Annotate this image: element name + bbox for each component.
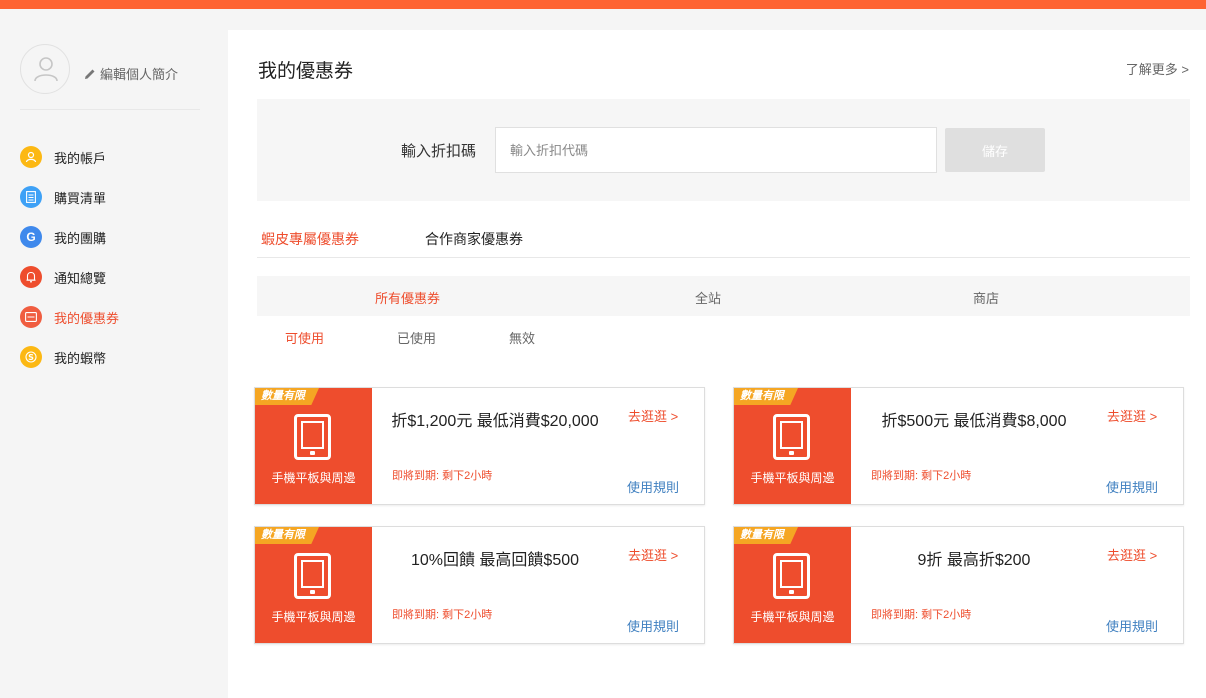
coupon-category-label: 手機平板與周邊	[271, 471, 356, 485]
sidebar-item-account[interactable]: 我的帳戶	[20, 137, 119, 177]
coupon-category-label: 手機平板與周邊	[750, 610, 835, 624]
coupon-icon	[20, 306, 42, 328]
limited-quantity-badge: 數量有限	[255, 388, 319, 405]
svg-text:S: S	[28, 353, 34, 362]
tablet-icon	[773, 553, 810, 599]
sidebar-item-group-buy[interactable]: G 我的團購	[20, 217, 119, 257]
voucher-code-box: 輸入折扣碼 儲存	[257, 99, 1190, 201]
tab-site-wide[interactable]: 全站	[695, 288, 721, 307]
voucher-source-tabs: 蝦皮專屬優惠券 合作商家優惠券	[257, 226, 1190, 258]
limited-quantity-badge: 數量有限	[734, 527, 798, 544]
edit-profile-link[interactable]: 編輯個人簡介	[84, 64, 178, 83]
usage-rules-link[interactable]: 使用規則	[627, 477, 679, 496]
coupon-card: 數量有限 手機平板與周邊 9折 最高折$200 即將到期: 剩下2小時 去逛逛 …	[733, 526, 1184, 644]
coupon-perforation	[255, 527, 258, 643]
coupon-expiry: 即將到期: 剩下2小時	[392, 470, 493, 482]
tablet-icon	[773, 414, 810, 460]
coupon-category-panel: 數量有限 手機平板與周邊	[734, 388, 851, 504]
sidebar-item-coupons[interactable]: 我的優惠券	[20, 297, 119, 337]
coupon-title: 10%回饋 最高回饋$500	[410, 552, 580, 569]
coupon-card: 數量有限 手機平板與周邊 折$500元 最低消費$8,000 即將到期: 剩下2…	[733, 387, 1184, 505]
shop-now-link[interactable]: 去逛逛 >	[1107, 545, 1157, 564]
tab-partner-vouchers[interactable]: 合作商家優惠券	[425, 229, 523, 249]
voucher-code-input[interactable]	[495, 127, 937, 173]
coupon-category-panel: 數量有限 手機平板與周邊	[734, 527, 851, 643]
tab-used[interactable]: 已使用	[397, 328, 436, 347]
usage-rules-link[interactable]: 使用規則	[627, 616, 679, 635]
user-icon	[20, 146, 42, 168]
usage-rules-link[interactable]: 使用規則	[1106, 616, 1158, 635]
sidebar-item-label: 我的優惠券	[54, 310, 120, 326]
page-title: 我的優惠券	[258, 61, 354, 82]
sidebar: 編輯個人簡介 我的帳戶 購買清單 G 我的團購 通知總覽 我的優惠券 S 我的蝦…	[0, 9, 228, 698]
coupon-expiry: 即將到期: 剩下2小時	[871, 470, 972, 482]
voucher-code-label: 輸入折扣碼	[401, 143, 477, 160]
tablet-icon	[294, 414, 331, 460]
profile-header: 編輯個人簡介	[20, 44, 200, 110]
shop-now-link[interactable]: 去逛逛 >	[628, 406, 678, 425]
save-button[interactable]: 儲存	[945, 128, 1045, 172]
coupon-expiry: 即將到期: 剩下2小時	[871, 609, 972, 621]
tab-shopee-vouchers[interactable]: 蝦皮專屬優惠券	[261, 229, 359, 249]
pencil-icon	[85, 69, 95, 79]
shop-now-link[interactable]: 去逛逛 >	[1107, 406, 1157, 425]
sidebar-item-notifications[interactable]: 通知總覽	[20, 257, 119, 297]
learn-more-link[interactable]: 了解更多 >	[1126, 59, 1189, 78]
bell-icon	[20, 266, 42, 288]
sidebar-menu: 我的帳戶 購買清單 G 我的團購 通知總覽 我的優惠券 S 我的蝦幣	[20, 137, 119, 377]
coupon-card: 數量有限 手機平板與周邊 折$1,200元 最低消費$20,000 即將到期: …	[254, 387, 705, 505]
tab-invalid[interactable]: 無效	[509, 328, 535, 347]
limited-quantity-badge: 數量有限	[255, 527, 319, 544]
edit-profile-label: 編輯個人簡介	[100, 67, 179, 82]
sidebar-item-label: 通知總覽	[54, 270, 107, 286]
tab-available[interactable]: 可使用	[285, 328, 324, 347]
coupon-card: 數量有限 手機平板與周邊 10%回饋 最高回饋$500 即將到期: 剩下2小時 …	[254, 526, 705, 644]
tab-shop[interactable]: 商店	[973, 288, 999, 307]
sidebar-item-label: 我的帳戶	[54, 150, 107, 166]
tablet-icon	[294, 553, 331, 599]
user-avatar-icon	[34, 57, 58, 82]
list-icon	[20, 186, 42, 208]
coupon-perforation	[734, 388, 737, 504]
coin-icon: S	[20, 346, 42, 368]
top-accent-bar	[0, 0, 1206, 9]
shop-now-link[interactable]: 去逛逛 >	[628, 545, 678, 564]
tab-all-vouchers[interactable]: 所有優惠券	[375, 288, 440, 307]
coupon-title: 9折 最高折$200	[917, 552, 1031, 569]
usage-rules-link[interactable]: 使用規則	[1106, 477, 1158, 496]
sidebar-item-label: 購買清單	[54, 190, 107, 206]
group-buy-icon: G	[20, 226, 42, 248]
sidebar-item-purchases[interactable]: 購買清單	[20, 177, 119, 217]
avatar[interactable]	[20, 44, 70, 94]
voucher-scope-tabs: 所有優惠券 全站 商店	[257, 276, 1190, 316]
coupon-perforation	[734, 527, 737, 643]
coupon-category-panel: 數量有限 手機平板與周邊	[255, 527, 372, 643]
coupon-title: 折$1,200元 最低消費$20,000	[391, 413, 599, 430]
coupon-category-panel: 數量有限 手機平板與周邊	[255, 388, 372, 504]
limited-quantity-badge: 數量有限	[734, 388, 798, 405]
coupon-category-label: 手機平板與周邊	[271, 610, 356, 624]
sidebar-item-label: 我的蝦幣	[54, 350, 107, 366]
coupon-expiry: 即將到期: 剩下2小時	[392, 609, 493, 621]
coupon-category-label: 手機平板與周邊	[750, 471, 835, 485]
sidebar-item-coins[interactable]: S 我的蝦幣	[20, 337, 119, 377]
coupon-perforation	[255, 388, 258, 504]
sidebar-item-label: 我的團購	[54, 230, 107, 246]
coupon-title: 折$500元 最低消費$8,000	[881, 413, 1067, 430]
